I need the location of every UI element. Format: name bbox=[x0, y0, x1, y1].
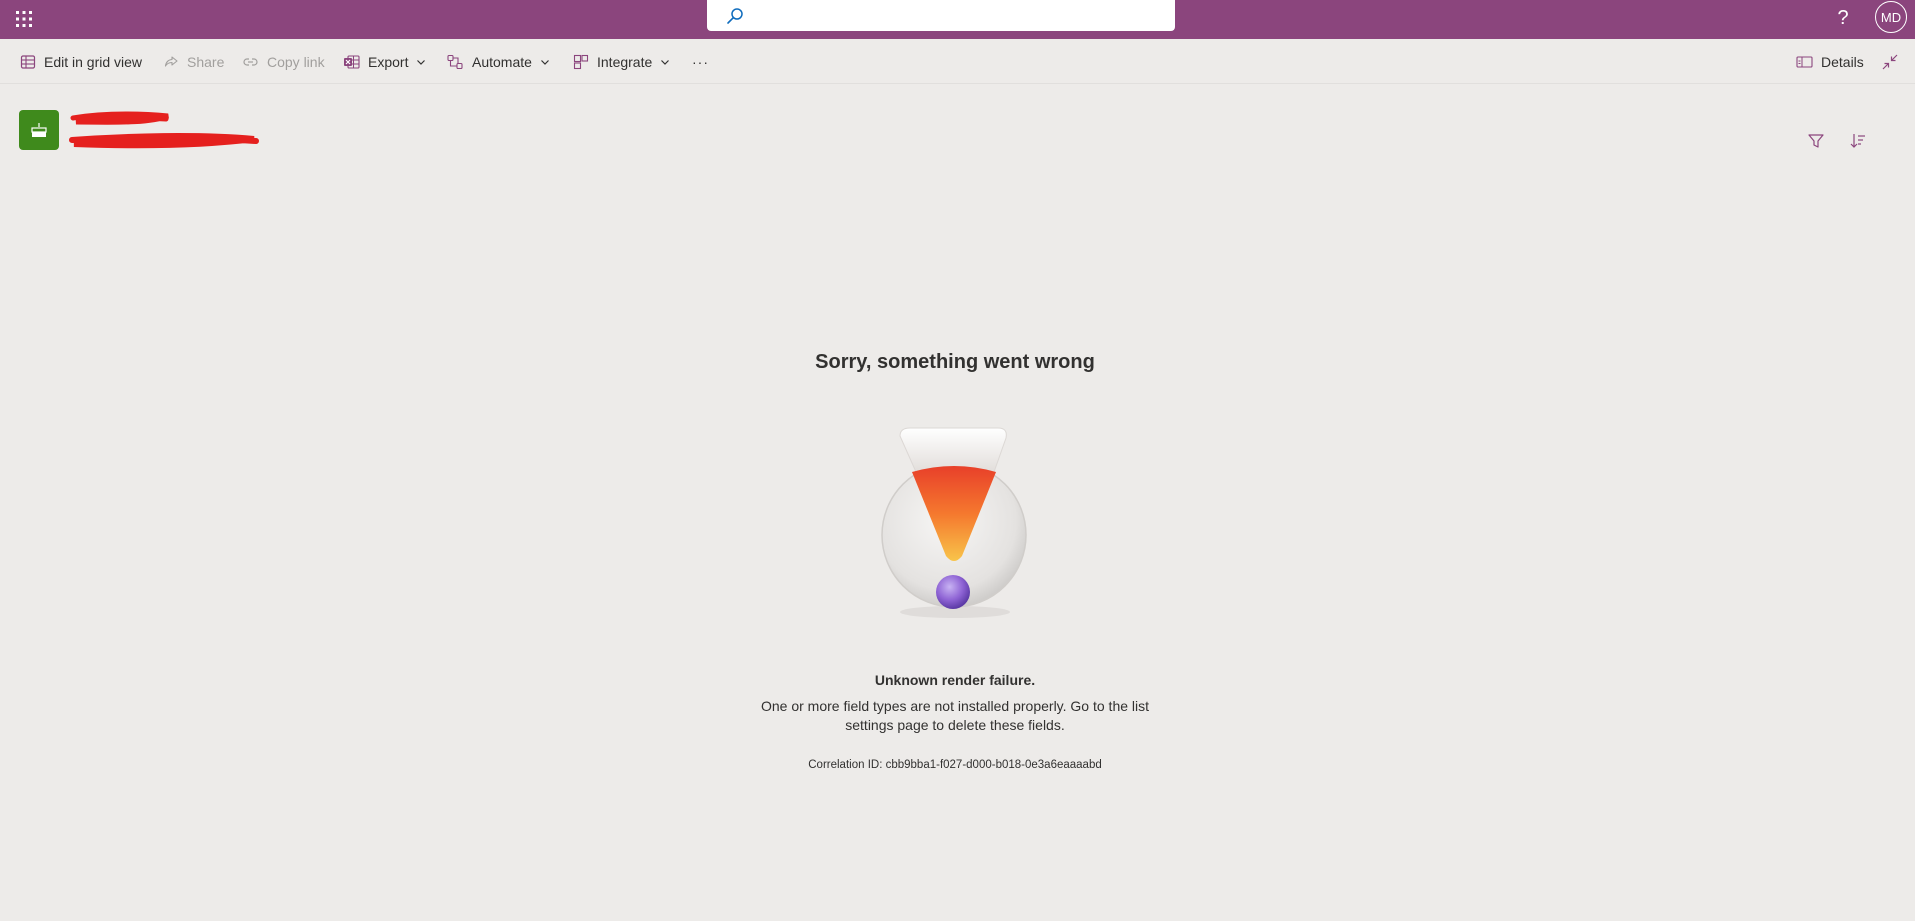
search-input[interactable] bbox=[707, 0, 1175, 31]
error-message: One or more field types are not installe… bbox=[760, 698, 1150, 733]
help-icon: ? bbox=[1837, 6, 1849, 29]
collapse-icon bbox=[1882, 54, 1898, 69]
share-label: Share bbox=[187, 53, 225, 70]
export-button[interactable]: Export bbox=[343, 39, 426, 84]
chevron-down-icon bbox=[417, 59, 426, 65]
chevron-down-icon bbox=[661, 59, 670, 65]
filter-icon bbox=[1808, 134, 1824, 148]
more-options-button[interactable]: ··· bbox=[692, 39, 709, 84]
error-title: Sorry, something went wrong bbox=[815, 351, 1095, 373]
correlation-value: cbb9bba1-f027-d000-b018-0e3a6eaaaabd bbox=[885, 759, 1102, 771]
avatar[interactable]: MD bbox=[1875, 1, 1907, 33]
command-bar: Edit in grid view Share Copy link Export bbox=[0, 39, 1915, 84]
chevron-down-icon bbox=[541, 59, 549, 65]
search-icon bbox=[727, 8, 743, 24]
list-icon bbox=[19, 110, 59, 150]
edit-in-grid-view-button[interactable]: Edit in grid view bbox=[20, 39, 142, 84]
error-illustration bbox=[881, 427, 1027, 618]
edit-in-grid-view-label: Edit in grid view bbox=[44, 53, 143, 70]
share-icon bbox=[164, 55, 178, 67]
waffle-icon[interactable] bbox=[10, 5, 38, 33]
grid-icon bbox=[20, 54, 36, 69]
cake-icon bbox=[31, 123, 47, 137]
correlation-label: Correlation ID: bbox=[808, 759, 883, 771]
error-heading: Unknown render failure. bbox=[874, 672, 1036, 688]
flow-icon bbox=[447, 54, 463, 69]
suite-bar: ? MD bbox=[0, 0, 1915, 39]
excel-icon bbox=[344, 54, 360, 69]
sort-button[interactable] bbox=[1845, 128, 1871, 154]
user-initials: MD bbox=[1880, 9, 1902, 25]
sort-icon bbox=[1850, 134, 1865, 148]
collapse-button[interactable] bbox=[1881, 39, 1899, 84]
help-button[interactable]: ? bbox=[1828, 3, 1858, 33]
automate-button[interactable]: Automate bbox=[447, 39, 550, 84]
filter-button[interactable] bbox=[1803, 128, 1829, 154]
info-pane-icon bbox=[1796, 55, 1813, 68]
export-label: Export bbox=[368, 53, 409, 70]
integrate-button[interactable]: Integrate bbox=[573, 39, 670, 84]
integrate-label: Integrate bbox=[597, 53, 653, 70]
more-icon: ··· bbox=[692, 53, 709, 70]
redaction-marks bbox=[69, 111, 259, 149]
apps-icon bbox=[573, 54, 589, 69]
copy-link-button[interactable]: Copy link bbox=[242, 39, 325, 84]
share-button[interactable]: Share bbox=[163, 39, 224, 84]
correlation-id: Correlation ID: cbb9bba1-f027-d000-b018-… bbox=[0, 759, 1910, 771]
details-label: Details bbox=[1821, 53, 1864, 70]
automate-label: Automate bbox=[472, 53, 532, 70]
copy-link-label: Copy link bbox=[267, 53, 325, 70]
link-icon bbox=[243, 57, 258, 66]
details-button[interactable]: Details bbox=[1796, 39, 1864, 84]
